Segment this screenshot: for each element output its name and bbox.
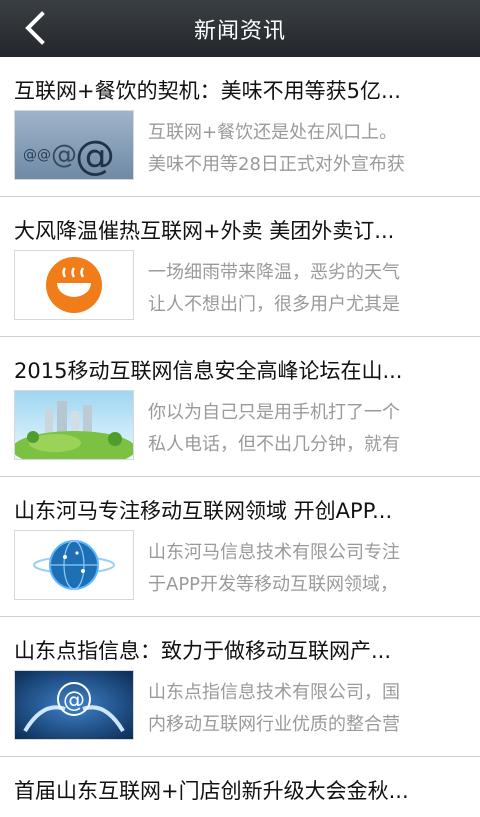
news-thumbnail xyxy=(14,390,134,460)
news-title: 首届山东互联网+门店创新升级大会金秋... xyxy=(14,779,409,803)
news-title: 大风降温催热互联网+外卖 美团外卖订... xyxy=(14,219,395,243)
summary-line: 你以为自己只是用手机打了一个 xyxy=(148,402,400,423)
summary-line: 山东点指信息技术有限公司，国 xyxy=(148,682,400,703)
city-landscape-icon xyxy=(15,391,133,459)
news-title: 2015移动互联网信息安全高峰论坛在山... xyxy=(14,359,403,383)
news-thumbnail: @ xyxy=(14,670,134,740)
news-list: 互联网+餐饮的契机：美味不用等获5亿... @@ @ @ 互联网+餐饮还是处在风… xyxy=(0,57,480,817)
summary-line: 美味不用等28日正式对外宣布获 xyxy=(148,154,405,175)
news-item[interactable]: 大风降温催热互联网+外卖 美团外卖订... 一场细雨带来降温，恶劣的天气 让人不… xyxy=(0,197,480,337)
news-title: 山东点指信息：致力于做移动互联网产... xyxy=(14,639,392,663)
email-at-icon: @@ @ @ xyxy=(15,111,133,179)
takeout-bowl-icon xyxy=(15,251,133,319)
news-item[interactable]: 2015移动互联网信息安全高峰论坛在山... 你以为自己只是用手机打了一个 私人… xyxy=(0,337,480,477)
svg-text:@: @ xyxy=(75,133,115,179)
news-summary: 一场细雨带来降温，恶劣的天气 让人不想出门，很多用户尤其是 xyxy=(148,257,460,321)
news-summary: 山东河马信息技术有限公司专注 于APP开发等移动互联网领域， xyxy=(148,537,460,601)
summary-line: 于APP开发等移动互联网领域， xyxy=(148,574,399,595)
summary-line: 山东河马信息技术有限公司专注 xyxy=(148,542,400,563)
news-item[interactable]: 首届山东互联网+门店创新升级大会金秋... xyxy=(0,757,480,817)
news-thumbnail: @@ @ @ xyxy=(14,110,134,180)
globe-network-icon xyxy=(15,531,133,599)
news-thumbnail xyxy=(14,530,134,600)
summary-line: 互联网+餐饮还是处在风口上。 xyxy=(148,122,398,143)
svg-text:@: @ xyxy=(51,140,77,170)
news-summary: 互联网+餐饮还是处在风口上。 美味不用等28日正式对外宣布获 xyxy=(148,117,460,181)
top-nav-bar: 新闻资讯 xyxy=(0,0,480,57)
summary-line: 私人电话，但不出几分钟，就有 xyxy=(148,434,400,455)
news-title: 山东河马专注移动互联网领域 开创APP... xyxy=(14,499,393,523)
hands-at-icon: @ xyxy=(15,671,133,739)
news-summary: 你以为自己只是用手机打了一个 私人电话，但不出几分钟，就有 xyxy=(148,397,460,461)
summary-line: 一场细雨带来降温，恶劣的天气 xyxy=(148,262,400,283)
page-title: 新闻资讯 xyxy=(193,18,286,44)
svg-text:@@: @@ xyxy=(23,147,51,163)
summary-line: 内移动互联网行业优质的整合营 xyxy=(148,714,400,735)
news-title: 互联网+餐饮的契机：美味不用等获5亿... xyxy=(14,79,401,103)
news-item[interactable]: 山东点指信息：致力于做移动互联网产... @ 山东点指信息技术有限公司，国 内移… xyxy=(0,617,480,757)
news-item[interactable]: 山东河马专注移动互联网领域 开创APP... 山东河马信息技术有限公司专注 于A… xyxy=(0,477,480,617)
chevron-left-icon[interactable] xyxy=(18,9,54,47)
news-item[interactable]: 互联网+餐饮的契机：美味不用等获5亿... @@ @ @ 互联网+餐饮还是处在风… xyxy=(0,57,480,197)
news-thumbnail xyxy=(14,250,134,320)
news-summary: 山东点指信息技术有限公司，国 内移动互联网行业优质的整合营 xyxy=(148,677,460,741)
svg-text:@: @ xyxy=(63,688,85,713)
summary-line: 让人不想出门，很多用户尤其是 xyxy=(148,294,400,315)
